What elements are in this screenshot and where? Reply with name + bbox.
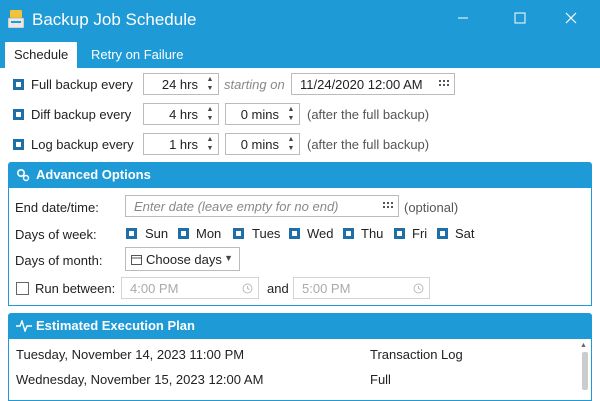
end-date-label: End date/time:	[15, 200, 99, 215]
full-interval-stepper[interactable]: 24 hrs ▲ ▼	[143, 73, 219, 95]
diff-interval-stepper[interactable]: 4 hrs ▲ ▼	[143, 103, 219, 125]
diff-backup-label: Diff backup every	[31, 107, 132, 122]
calendar-icon	[131, 255, 142, 265]
run-from-time-field[interactable]: 4:00 PM	[121, 277, 259, 299]
title-bar: Backup Job Schedule	[0, 0, 600, 40]
full-backup-label: Full backup every	[31, 77, 133, 92]
log-note: (after the full backup)	[307, 137, 430, 152]
stepper-up-icon[interactable]: ▲	[205, 76, 215, 84]
start-datetime-value: 11/24/2020 12:00 AM	[300, 77, 423, 92]
minimize-icon	[458, 17, 468, 19]
tab-schedule[interactable]: Schedule	[5, 42, 78, 68]
end-date-field[interactable]: Enter date (leave empty for no end)	[125, 195, 399, 217]
day-checkbox-mon[interactable]	[178, 228, 189, 239]
start-datetime-field[interactable]: 11/24/2020 12:00 AM	[291, 73, 455, 95]
tab-retry-on-failure[interactable]: Retry on Failure	[82, 42, 192, 68]
window-title: Backup Job Schedule	[32, 10, 197, 29]
execution-plan-header: Estimated Execution Plan	[8, 313, 592, 339]
maximize-icon	[514, 12, 526, 24]
day-checkbox-thu[interactable]	[343, 228, 354, 239]
stepper-down-icon[interactable]: ▼	[205, 85, 215, 93]
advanced-options-header: Advanced Options	[8, 162, 592, 188]
days-of-month-dropdown[interactable]: Choose days ▼	[125, 247, 240, 271]
end-date-placeholder: Enter date (leave empty for no end)	[134, 199, 339, 214]
day-label-sun: Sun	[145, 226, 169, 241]
plan-row-time: Tuesday, November 14, 2023 11:00 PM	[16, 347, 245, 362]
log-interval-stepper[interactable]: 1 hrs ▲ ▼	[143, 133, 219, 155]
advanced-options-title: Advanced Options	[36, 167, 151, 182]
gears-icon	[16, 168, 30, 182]
stepper-down-icon[interactable]: ▼	[205, 145, 215, 153]
day-checkbox-sat[interactable]	[437, 228, 448, 239]
plan-row-time: Wednesday, November 15, 2023 12:00 AM	[16, 372, 264, 387]
starting-on-label: starting on	[224, 77, 285, 92]
run-between-checkbox[interactable]	[16, 282, 29, 295]
scrollbar-thumb[interactable]	[582, 352, 588, 390]
full-interval-value: 24 hrs	[161, 77, 198, 92]
run-to-time-value: 5:00 PM	[302, 281, 351, 296]
days-of-week-label: Days of week:	[15, 227, 97, 242]
diff-backup-checkbox[interactable]	[13, 109, 24, 120]
maximize-button[interactable]	[497, 0, 543, 36]
app-icon	[8, 10, 24, 28]
stepper-up-icon[interactable]: ▲	[205, 136, 215, 144]
day-checkbox-fri[interactable]	[394, 228, 405, 239]
diff-note: (after the full backup)	[307, 107, 430, 122]
stepper-down-icon[interactable]: ▼	[205, 115, 215, 123]
clock-icon	[242, 283, 253, 294]
day-label-tues: Tues	[252, 226, 281, 241]
day-label-fri: Fri	[412, 226, 428, 241]
run-between-label: Run between:	[35, 281, 116, 296]
stepper-up-icon[interactable]: ▲	[205, 106, 215, 114]
optional-note: (optional)	[404, 200, 459, 215]
diff-interval-value: 4 hrs	[169, 107, 198, 122]
day-checkbox-wed[interactable]	[289, 228, 300, 239]
execution-plan-title: Estimated Execution Plan	[36, 318, 195, 333]
calendar-grid-icon[interactable]	[383, 201, 393, 211]
days-of-month-value: Choose days	[146, 252, 222, 267]
minimize-button[interactable]	[440, 0, 486, 36]
stepper-down-icon[interactable]: ▼	[286, 145, 296, 153]
close-icon	[565, 12, 577, 24]
diff-offset-stepper[interactable]: 0 mins ▲ ▼	[225, 103, 300, 125]
day-label-thu: Thu	[361, 226, 384, 241]
pulse-icon	[16, 320, 32, 332]
plan-row-type: Full	[370, 372, 391, 387]
stepper-down-icon[interactable]: ▼	[286, 115, 296, 123]
close-button[interactable]	[548, 0, 594, 36]
full-backup-checkbox[interactable]	[13, 79, 24, 90]
log-interval-value: 1 hrs	[169, 137, 198, 152]
log-backup-label: Log backup every	[31, 137, 134, 152]
day-label-wed: Wed	[307, 226, 334, 241]
stepper-up-icon[interactable]: ▲	[286, 106, 296, 114]
day-label-sat: Sat	[455, 226, 475, 241]
days-of-month-label: Days of month:	[15, 253, 103, 268]
scroll-up-icon[interactable]: ▲	[580, 342, 587, 349]
plan-row-type: Transaction Log	[370, 347, 463, 362]
log-offset-value: 0 mins	[240, 137, 279, 152]
tab-bar: Schedule Retry on Failure	[0, 40, 600, 68]
log-backup-checkbox[interactable]	[13, 139, 24, 150]
run-to-time-field[interactable]: 5:00 PM	[293, 277, 430, 299]
log-offset-stepper[interactable]: 0 mins ▲ ▼	[225, 133, 300, 155]
run-from-time-value: 4:00 PM	[130, 281, 179, 296]
calendar-grid-icon[interactable]	[439, 79, 449, 89]
day-label-mon: Mon	[196, 226, 222, 241]
clock-icon	[413, 283, 424, 294]
day-checkbox-tues[interactable]	[233, 228, 244, 239]
and-label: and	[267, 281, 289, 296]
day-checkbox-sun[interactable]	[126, 228, 137, 239]
stepper-up-icon[interactable]: ▲	[286, 136, 296, 144]
diff-offset-value: 0 mins	[240, 107, 279, 122]
chevron-down-icon: ▼	[224, 253, 233, 263]
